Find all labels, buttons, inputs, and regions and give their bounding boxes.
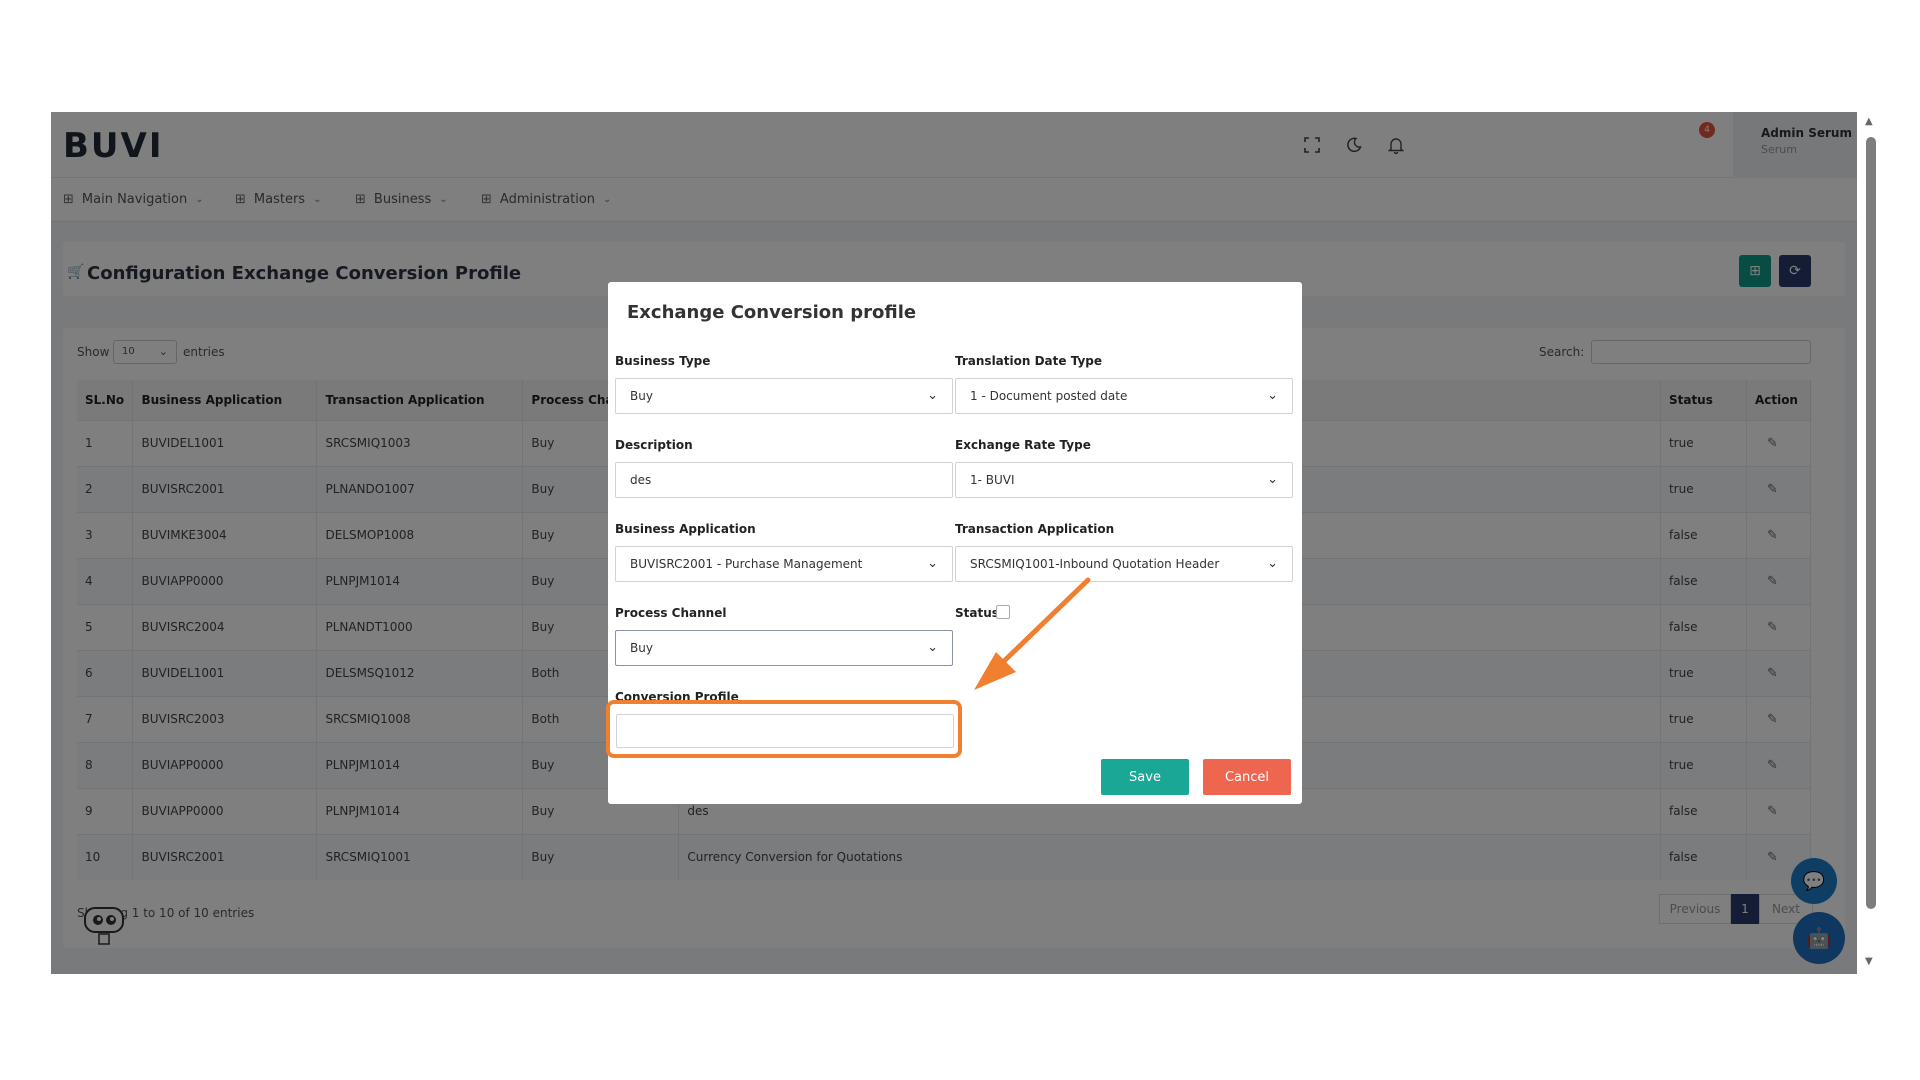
process-channel-select[interactable]: Buy ⌄ (615, 630, 953, 666)
highlight-box (606, 700, 962, 758)
process-channel-label: Process Channel (615, 606, 727, 620)
select-value: SRCSMIQ1001-Inbound Quotation Header (970, 557, 1220, 571)
scroll-down-icon[interactable]: ▼ (1865, 956, 1873, 967)
chevron-down-icon: ⌄ (927, 388, 938, 403)
chevron-down-icon: ⌄ (927, 640, 938, 655)
select-value: 1 - Document posted date (970, 389, 1128, 403)
save-button[interactable]: Save (1101, 759, 1189, 795)
description-label: Description (615, 438, 693, 452)
chevron-down-icon: ⌄ (1267, 388, 1278, 403)
status-label: Status (955, 606, 999, 620)
modal-title: Exchange Conversion profile (627, 302, 917, 323)
business-type-select[interactable]: Buy ⌄ (615, 378, 953, 414)
exchange-rate-type-label: Exchange Rate Type (955, 438, 1091, 452)
status-checkbox[interactable] (996, 605, 1010, 619)
transaction-application-label: Transaction Application (955, 522, 1115, 536)
chevron-down-icon: ⌄ (1267, 472, 1278, 487)
select-value: Buy (630, 641, 653, 655)
translation-date-type-label: Translation Date Type (955, 354, 1103, 368)
chevron-down-icon: ⌄ (927, 556, 938, 571)
business-type-label: Business Type (615, 354, 711, 368)
scrollbar-thumb[interactable] (1866, 137, 1876, 909)
cancel-button[interactable]: Cancel (1203, 759, 1291, 795)
input-value: des (630, 473, 652, 487)
select-value: BUVISRC2001 - Purchase Management (630, 557, 863, 571)
business-application-select[interactable]: BUVISRC2001 - Purchase Management ⌄ (615, 546, 953, 582)
description-input[interactable]: des (615, 462, 953, 498)
select-value: Buy (630, 389, 653, 403)
translation-date-type-select[interactable]: 1 - Document posted date ⌄ (955, 378, 1293, 414)
select-value: 1- BUVI (970, 473, 1015, 487)
transaction-application-select[interactable]: SRCSMIQ1001-Inbound Quotation Header ⌄ (955, 546, 1293, 582)
exchange-rate-type-select[interactable]: 1- BUVI ⌄ (955, 462, 1293, 498)
scroll-up-icon[interactable]: ▲ (1865, 116, 1873, 127)
chevron-down-icon: ⌄ (1267, 556, 1278, 571)
business-application-label: Business Application (615, 522, 756, 536)
